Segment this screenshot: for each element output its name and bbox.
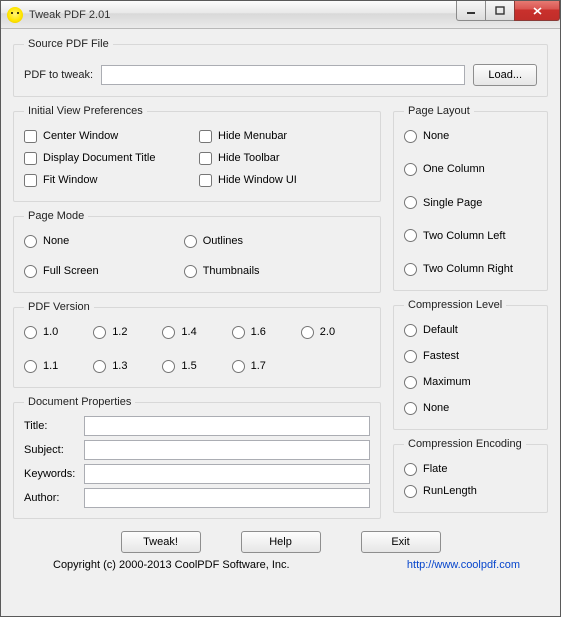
- rad-ver-17[interactable]: 1.7: [232, 355, 301, 377]
- client-area: Source PDF File PDF to tweak: Load... In…: [1, 29, 560, 616]
- source-legend: Source PDF File: [24, 38, 113, 50]
- keywords-label: Keywords:: [24, 468, 84, 480]
- exit-button[interactable]: Exit: [361, 531, 441, 553]
- keywords-input[interactable]: [84, 464, 370, 484]
- rad-ver-12[interactable]: 1.2: [93, 321, 162, 343]
- rad-pl-tworight[interactable]: Two Column Right: [404, 258, 537, 280]
- footer: Copyright (c) 2000-2013 CoolPDF Software…: [13, 559, 548, 571]
- pdf-version-legend: PDF Version: [24, 301, 94, 313]
- rad-ver-16[interactable]: 1.6: [232, 321, 301, 343]
- rad-cl-maximum[interactable]: Maximum: [404, 371, 537, 393]
- rad-ce-flate[interactable]: Flate: [404, 458, 537, 480]
- ivp-legend: Initial View Preferences: [24, 105, 147, 117]
- rad-pl-single[interactable]: Single Page: [404, 192, 537, 214]
- title-label: Title:: [24, 420, 84, 432]
- rad-pm-none[interactable]: None: [24, 230, 180, 252]
- app-window: Tweak PDF 2.01 Source PDF File PDF to tw…: [0, 0, 561, 617]
- pdf-to-tweak-label: PDF to tweak:: [24, 69, 93, 81]
- title-input[interactable]: [84, 416, 370, 436]
- maximize-icon: [495, 6, 505, 16]
- window-title: Tweak PDF 2.01: [29, 9, 110, 21]
- tweak-button[interactable]: Tweak!: [121, 531, 201, 553]
- compression-encoding-group: Compression Encoding Flate RunLength: [393, 438, 548, 513]
- page-mode-group: Page Mode None Outlines Full Screen Thum…: [13, 210, 381, 293]
- rad-pl-twoleft[interactable]: Two Column Left: [404, 225, 537, 247]
- doc-properties-legend: Document Properties: [24, 396, 135, 408]
- author-input[interactable]: [84, 488, 370, 508]
- rad-pl-onecol[interactable]: One Column: [404, 158, 537, 180]
- source-pdf-group: Source PDF File PDF to tweak: Load...: [13, 38, 548, 97]
- chk-fit-window[interactable]: Fit Window: [24, 169, 195, 191]
- rad-ver-13[interactable]: 1.3: [93, 355, 162, 377]
- rad-ver-15[interactable]: 1.5: [162, 355, 231, 377]
- website-link[interactable]: http://www.coolpdf.com: [407, 559, 520, 571]
- app-smiley-icon: [7, 7, 23, 23]
- left-column: Initial View Preferences Center Window H…: [13, 105, 381, 527]
- copyright-text: Copyright (c) 2000-2013 CoolPDF Software…: [53, 559, 290, 571]
- author-label: Author:: [24, 492, 84, 504]
- chk-center-window[interactable]: Center Window: [24, 125, 195, 147]
- chk-hide-menubar[interactable]: Hide Menubar: [199, 125, 370, 147]
- page-layout-group: Page Layout None One Column Single Page …: [393, 105, 548, 291]
- rad-ver-20[interactable]: 2.0: [301, 321, 370, 343]
- initial-view-group: Initial View Preferences Center Window H…: [13, 105, 381, 202]
- main-columns: Initial View Preferences Center Window H…: [13, 105, 548, 527]
- minimize-icon: [466, 6, 476, 16]
- rad-cl-fastest[interactable]: Fastest: [404, 345, 537, 367]
- chk-hide-window-ui[interactable]: Hide Window UI: [199, 169, 370, 191]
- pdf-path-input[interactable]: [101, 65, 465, 85]
- rad-pm-thumbnails[interactable]: Thumbnails: [184, 260, 374, 282]
- subject-label: Subject:: [24, 444, 84, 456]
- compression-level-group: Compression Level Default Fastest Maximu…: [393, 299, 548, 430]
- rad-pm-fullscreen[interactable]: Full Screen: [24, 260, 180, 282]
- right-column: Page Layout None One Column Single Page …: [393, 105, 548, 527]
- chk-hide-toolbar[interactable]: Hide Toolbar: [199, 147, 370, 169]
- chk-center-window-box[interactable]: [24, 130, 37, 143]
- pdf-version-group: PDF Version 1.0 1.2 1.4 1.6 2.0 1.1 1.3 …: [13, 301, 381, 388]
- chk-hide-menubar-box[interactable]: [199, 130, 212, 143]
- rad-cl-default[interactable]: Default: [404, 319, 537, 341]
- chk-fit-window-box[interactable]: [24, 174, 37, 187]
- maximize-button[interactable]: [485, 1, 515, 21]
- chk-hide-window-ui-box[interactable]: [199, 174, 212, 187]
- compression-encoding-legend: Compression Encoding: [404, 438, 526, 450]
- rad-ver-10[interactable]: 1.0: [24, 321, 93, 343]
- chk-display-doc-title[interactable]: Display Document Title: [24, 147, 195, 169]
- doc-properties-group: Document Properties Title: Subject: Keyw…: [13, 396, 381, 519]
- compression-level-legend: Compression Level: [404, 299, 506, 311]
- rad-ce-runlength[interactable]: RunLength: [404, 480, 537, 502]
- rad-ver-14[interactable]: 1.4: [162, 321, 231, 343]
- chk-hide-toolbar-box[interactable]: [199, 152, 212, 165]
- page-layout-legend: Page Layout: [404, 105, 474, 117]
- close-icon: [532, 6, 543, 16]
- load-button[interactable]: Load...: [473, 64, 537, 86]
- rad-cl-none[interactable]: None: [404, 397, 537, 419]
- help-button[interactable]: Help: [241, 531, 321, 553]
- titlebar: Tweak PDF 2.01: [1, 1, 560, 29]
- page-mode-legend: Page Mode: [24, 210, 88, 222]
- window-buttons: [457, 1, 560, 21]
- chk-display-doc-title-box[interactable]: [24, 152, 37, 165]
- close-button[interactable]: [514, 1, 560, 21]
- minimize-button[interactable]: [456, 1, 486, 21]
- subject-input[interactable]: [84, 440, 370, 460]
- rad-ver-11[interactable]: 1.1: [24, 355, 93, 377]
- rad-pm-outlines[interactable]: Outlines: [184, 230, 374, 252]
- rad-pl-none[interactable]: None: [404, 125, 537, 147]
- action-buttons: Tweak! Help Exit: [13, 531, 548, 553]
